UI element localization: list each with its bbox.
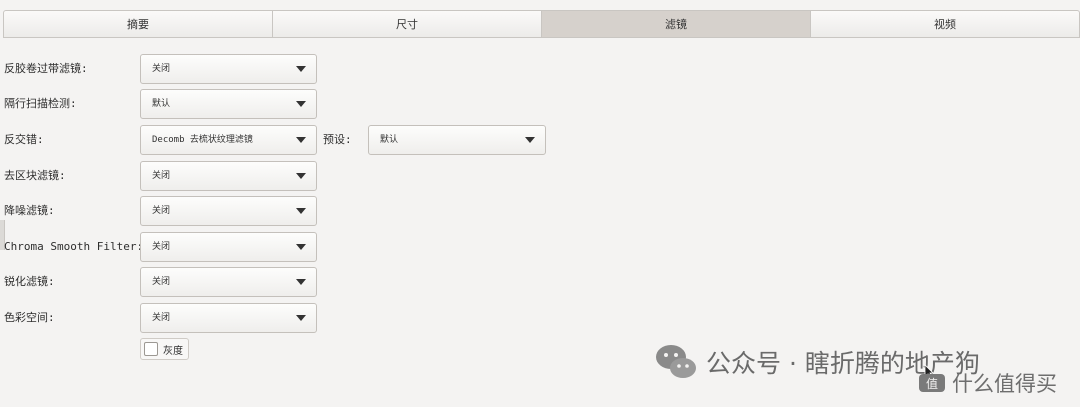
deinterlace-preset-select[interactable]: 默认 <box>368 125 546 155</box>
chevron-down-icon <box>296 137 306 143</box>
grayscale-checkbox[interactable] <box>144 342 158 356</box>
deinterlace-select[interactable]: Decomb 去梳状纹理滤镜 <box>140 125 317 155</box>
colorspace-value: 关闭 <box>152 313 171 323</box>
chroma-smooth-row: Chroma Smooth Filter: 关闭 <box>0 232 560 262</box>
chroma-smooth-label: Chroma Smooth Filter: <box>4 240 144 253</box>
interlace-detect-select[interactable]: 默认 <box>140 89 317 119</box>
denoise-select[interactable]: 关闭 <box>140 196 317 226</box>
denoise-row: 降噪滤镜: 关闭 <box>0 196 560 226</box>
chevron-down-icon <box>296 173 306 179</box>
tab-summary[interactable]: 摘要 <box>4 11 273 37</box>
detelecine-select[interactable]: 关闭 <box>140 54 317 84</box>
detelecine-value: 关闭 <box>152 64 171 74</box>
deinterlace-label: 反交错: <box>4 133 44 146</box>
detelecine-row: 反胶卷过带滤镜: 关闭 <box>0 54 560 84</box>
tab-video[interactable]: 视频 <box>811 11 1079 37</box>
smzdm-logo-icon: 值 <box>918 371 948 395</box>
denoise-value: 关闭 <box>152 206 171 216</box>
colorspace-select[interactable]: 关闭 <box>140 303 317 333</box>
deinterlace-value: Decomb 去梳状纹理滤镜 <box>152 135 253 145</box>
deblock-select[interactable]: 关闭 <box>140 161 317 191</box>
chroma-smooth-value: 关闭 <box>152 242 171 252</box>
sharpen-label: 锐化滤镜: <box>4 275 55 288</box>
smzdm-watermark: 值 什么值得买 <box>918 368 1057 398</box>
chevron-down-icon <box>296 66 306 72</box>
interlace-detect-row: 隔行扫描检测: 默认 <box>0 89 560 119</box>
interlace-detect-label: 隔行扫描检测: <box>4 97 77 110</box>
svg-text:值: 值 <box>926 376 938 391</box>
deinterlace-preset-label: 预设: <box>323 133 352 146</box>
deblock-value: 关闭 <box>152 171 171 181</box>
grayscale-checkbox-row[interactable]: 灰度 <box>140 338 189 360</box>
grayscale-label: 灰度 <box>163 345 183 357</box>
chevron-down-icon <box>296 208 306 214</box>
sharpen-value: 关闭 <box>152 277 171 287</box>
sharpen-row: 锐化滤镜: 关闭 <box>0 267 560 297</box>
chevron-down-icon <box>296 279 306 285</box>
chevron-down-icon <box>296 101 306 107</box>
chevron-down-icon <box>296 244 306 250</box>
interlace-detect-value: 默认 <box>152 99 171 109</box>
denoise-label: 降噪滤镜: <box>4 204 55 217</box>
deinterlace-row: 反交错: Decomb 去梳状纹理滤镜 预设: 默认 <box>0 125 560 155</box>
detelecine-label: 反胶卷过带滤镜: <box>4 62 88 75</box>
tab-bar: 摘要 尺寸 滤镜 视频 <box>3 10 1080 38</box>
chevron-down-icon <box>525 137 535 143</box>
colorspace-row: 色彩空间: 关闭 <box>0 303 560 333</box>
smzdm-watermark-text: 什么值得买 <box>952 372 1057 396</box>
sharpen-select[interactable]: 关闭 <box>140 267 317 297</box>
tab-dimensions[interactable]: 尺寸 <box>273 11 542 37</box>
chevron-down-icon <box>296 315 306 321</box>
deblock-label: 去区块滤镜: <box>4 169 66 182</box>
tab-filters[interactable]: 滤镜 <box>542 11 811 37</box>
deinterlace-preset-value: 默认 <box>380 135 399 145</box>
wechat-icon <box>654 342 698 382</box>
deblock-row: 去区块滤镜: 关闭 <box>0 161 560 191</box>
colorspace-label: 色彩空间: <box>4 311 55 324</box>
chroma-smooth-select[interactable]: 关闭 <box>140 232 317 262</box>
